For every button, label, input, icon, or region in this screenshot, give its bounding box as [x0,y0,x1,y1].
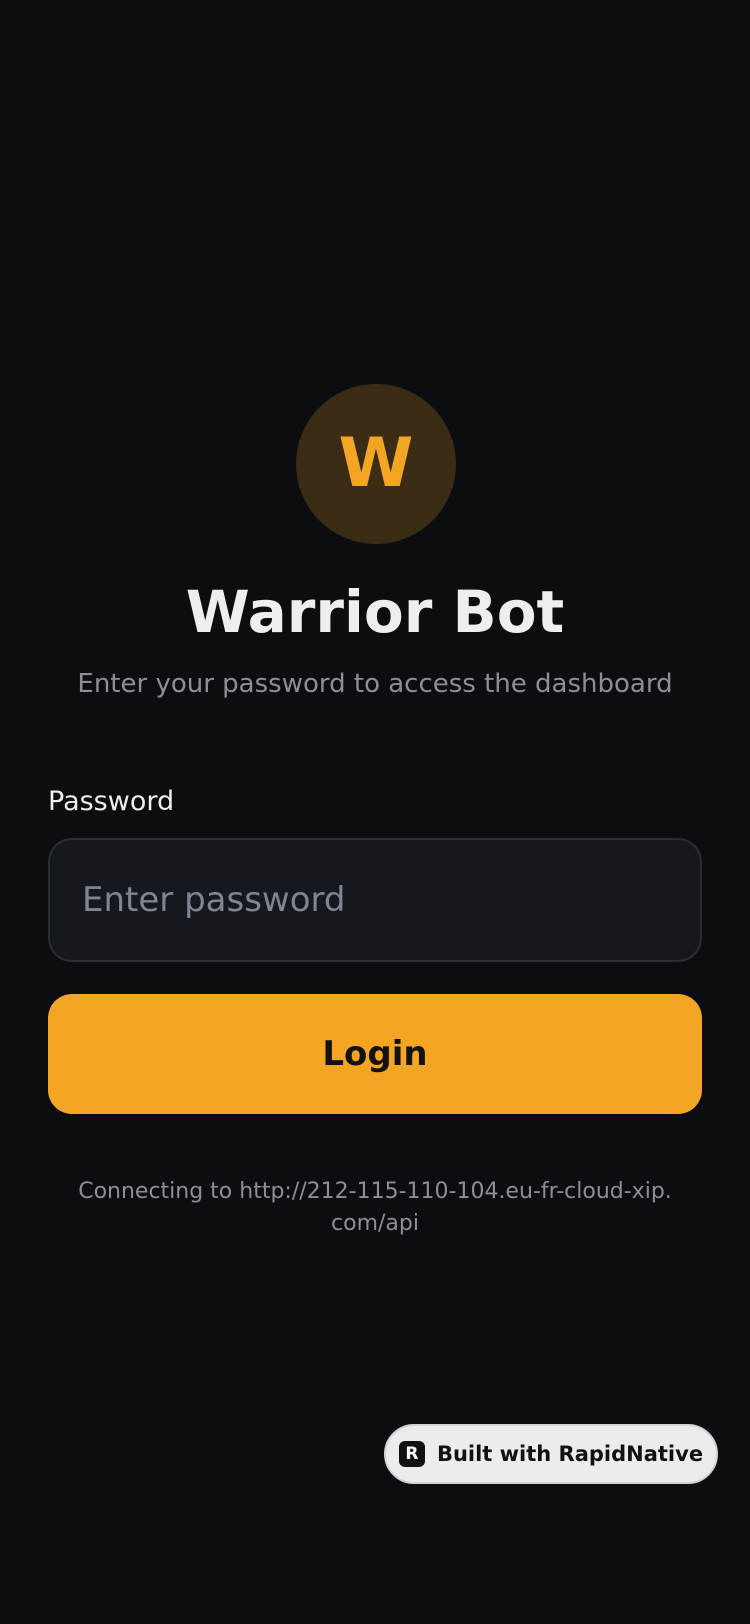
login-button[interactable]: Login [48,994,702,1114]
page-subtitle: Enter your password to access the dashbo… [77,669,673,699]
built-with-rapidnative-badge[interactable]: R Built with RapidNative [384,1424,718,1484]
badge-label: Built with RapidNative [436,1442,704,1466]
app-avatar: W [296,384,456,544]
avatar-letter: W [338,424,414,503]
password-label: Password [48,786,175,817]
password-input[interactable] [48,838,702,962]
page-title: Warrior Bot [185,578,565,646]
rapidnative-logo-icon: R [398,1441,425,1467]
connection-status: Connecting to http://212-115-110-104.eu-… [78,1179,672,1236]
